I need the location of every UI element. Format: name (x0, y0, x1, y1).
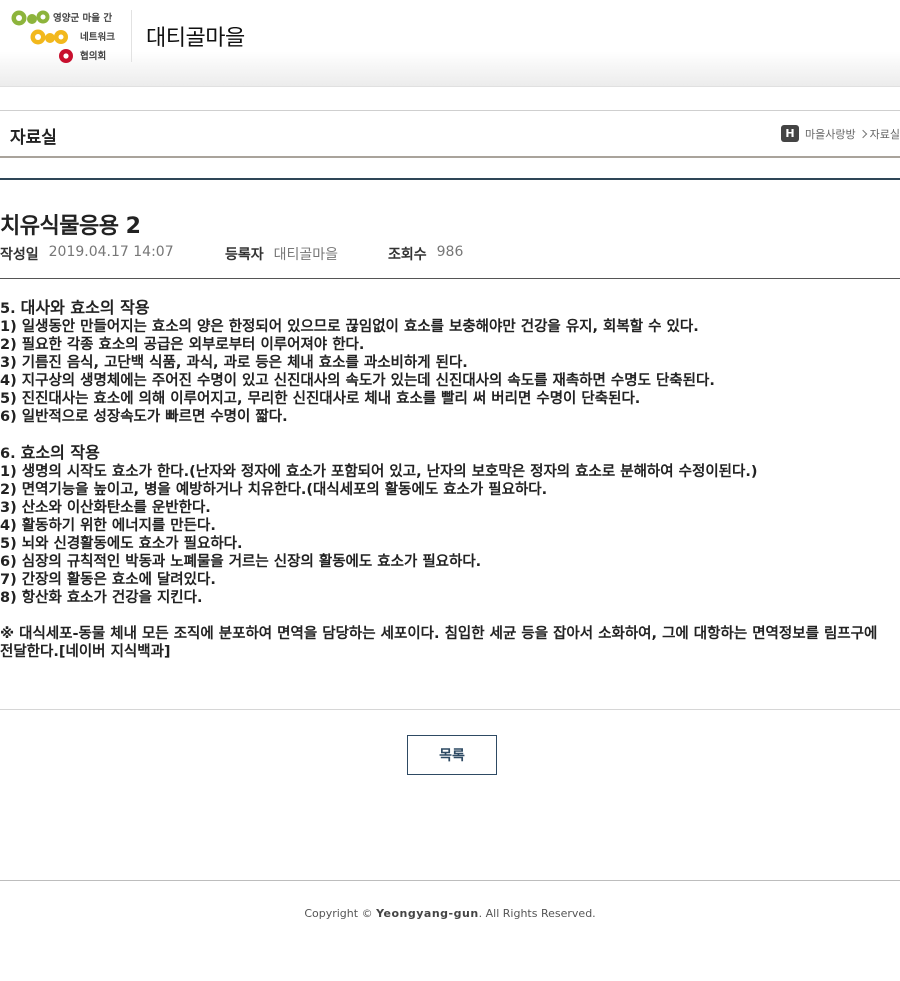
site-title[interactable]: 대티골마을 (146, 20, 245, 52)
breadcrumb-item-community[interactable]: 마을사랑방 (805, 126, 856, 142)
content-line: 7) 간장의 활동은 효소에 달려있다. (0, 572, 216, 588)
breadcrumb: H 마을사랑방 자료실 (781, 125, 900, 142)
content-line: 1) 일생동안 만들어지는 효소의 양은 한정되어 있으므로 끊임없이 효소를 … (0, 319, 699, 335)
content-line: 6) 일반적으로 성장속도가 빠르면 수명이 짧다. (0, 409, 288, 425)
breadcrumb-item-archive[interactable]: 자료실 (870, 126, 900, 142)
content-line: 3) 산소와 이산화탄소를 운반한다. (0, 500, 211, 516)
logo-text-line1: 영양군 마을 간 (53, 12, 112, 24)
home-icon[interactable]: H (781, 125, 800, 142)
content-line: 2) 필요한 각종 효소의 공급은 외부로부터 이루어져야 한다. (0, 337, 365, 353)
site-header: 영양군 마을 간 네트워크 협의회 대티골마을 (0, 0, 900, 87)
content-line: 2) 면역기능을 높이고, 병을 예방하거나 치유한다.(대식세포의 활동에도 … (0, 482, 548, 498)
content-line: 5) 진진대사는 효소에 의해 이루어지고, 무리한 신진대사로 체내 효소를 … (0, 391, 641, 407)
page-title-bar: 자료실 H 마을사랑방 자료실 (0, 111, 900, 158)
header-divider (131, 10, 132, 62)
post-author: 대티골마을 (273, 247, 339, 263)
post-title: 치유식물응용 2 (0, 214, 141, 239)
content-line: 3) 기름진 음식, 고단백 식품, 과식, 과로 등은 체내 효소를 과소비하… (0, 355, 468, 371)
views-label: 조회수 (388, 247, 427, 263)
copyright-prefix: Copyright © (304, 907, 377, 920)
section-divider (0, 178, 900, 180)
content-bottom-divider (0, 709, 900, 710)
logo-text-line3: 협의회 (80, 50, 106, 62)
village-network-logo[interactable]: 영양군 마을 간 네트워크 협의회 (10, 8, 130, 64)
content-line: 6) 심장의 규칙적인 박동과 노폐물을 거르는 신장의 활동에도 효소가 필요… (0, 554, 482, 570)
footnote: ※ 대식세포-동물 체내 모든 조직에 분포하여 면역을 담당하는 세포이다. … (0, 626, 878, 660)
post-content: 5. 대사와 효소의 작용 1) 일생동안 만들어지는 효소의 양은 한정되어 … (0, 299, 900, 661)
content-line: 4) 활동하기 위한 에너지를 만든다. (0, 518, 216, 534)
author-label: 등록자 (225, 247, 264, 263)
section-heading: 6. 효소의 작용 (0, 443, 100, 463)
footer-copyright: Copyright © Yeongyang-gun. All Rights Re… (0, 907, 900, 920)
footer-divider (0, 880, 900, 881)
logo-text-line2: 네트워크 (80, 31, 115, 43)
list-button[interactable]: 목록 (407, 735, 497, 775)
copyright-suffix: . All Rights Reserved. (478, 907, 596, 920)
content-line: 4) 지구상의 생명체에는 주어진 수명이 있고 신진대사의 속도가 있는데 신… (0, 373, 715, 389)
date-label: 작성일 (0, 247, 39, 263)
view-count: 986 (436, 244, 464, 260)
chevron-right-icon (858, 129, 867, 138)
meta-divider (0, 278, 900, 279)
section-heading: 5. 대사와 효소의 작용 (0, 298, 150, 318)
post-date: 2019.04.17 14:07 (48, 244, 174, 260)
post-meta: 작성일 2019.04.17 14:07 등록자 대티골마을 조회수 986 (0, 244, 463, 264)
content-line: 1) 생명의 시작도 효소가 한다.(난자와 정자에 효소가 포함되어 있고, … (0, 464, 758, 480)
page-title: 자료실 (10, 128, 57, 148)
content-line: 8) 항산화 효소가 건강을 지킨다. (0, 590, 203, 606)
content-line: 5) 뇌와 신경활동에도 효소가 필요하다. (0, 536, 243, 552)
copyright-brand: Yeongyang-gun (376, 907, 479, 920)
